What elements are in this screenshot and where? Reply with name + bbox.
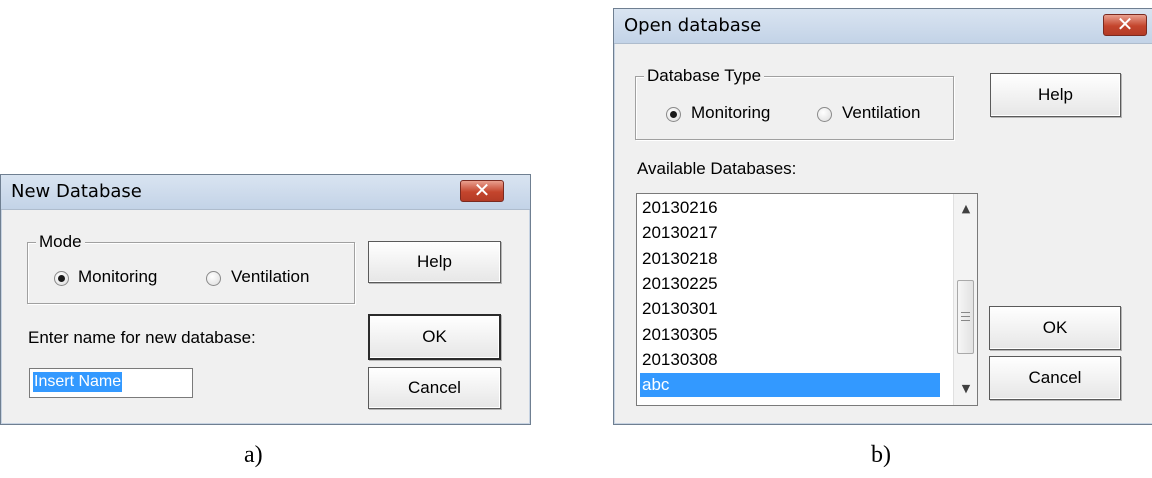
caption-a: a): [244, 442, 263, 468]
scrollbar-grip: [961, 316, 970, 317]
new-database-dialog: New Database ✕ Mode Monitoring Ventilati…: [0, 174, 531, 425]
ok-button-label: OK: [422, 327, 447, 346]
scroll-down-icon[interactable]: ▼: [954, 378, 977, 400]
close-button[interactable]: ✕: [1103, 12, 1147, 36]
caption-b: b): [871, 442, 891, 468]
cancel-button-label: Cancel: [408, 378, 461, 397]
scrollbar-thumb[interactable]: [957, 280, 974, 354]
close-icon: ✕: [1116, 12, 1134, 36]
ventilation-radio-label[interactable]: Ventilation: [842, 103, 920, 123]
ventilation-radio[interactable]: [206, 271, 221, 286]
monitoring-radio-label[interactable]: Monitoring: [691, 103, 770, 123]
scrollbar-grip: [961, 312, 970, 313]
ok-button[interactable]: OK: [989, 306, 1121, 350]
ok-button[interactable]: OK: [368, 314, 501, 360]
radio-selected-dot: [58, 275, 65, 282]
open-database-dialog: Open database ✕ Database Type Monitoring…: [613, 8, 1152, 425]
monitoring-radio[interactable]: [666, 107, 681, 122]
dialog-title: New Database: [11, 181, 142, 202]
database-list-item[interactable]: 20130301: [640, 297, 940, 321]
scroll-up-icon[interactable]: ▲: [954, 198, 977, 220]
cancel-button[interactable]: Cancel: [368, 367, 501, 409]
scrollbar-grip: [961, 320, 970, 321]
database-list-item[interactable]: 20130217: [640, 221, 940, 245]
help-button[interactable]: Help: [990, 73, 1121, 117]
help-button-label: Help: [1038, 85, 1073, 104]
ventilation-radio-label[interactable]: Ventilation: [231, 267, 309, 287]
database-list-item[interactable]: 20130305: [640, 323, 940, 347]
database-list-item[interactable]: 20130218: [640, 247, 940, 271]
help-button-label: Help: [417, 252, 452, 271]
new-database-titlebar[interactable]: New Database ✕: [1, 175, 530, 210]
ventilation-radio[interactable]: [817, 107, 832, 122]
open-database-titlebar[interactable]: Open database ✕: [614, 9, 1152, 44]
radio-selected-dot: [670, 111, 677, 118]
database-list-item[interactable]: 20130308: [640, 348, 940, 372]
close-button[interactable]: ✕: [460, 178, 504, 202]
database-name-input-value: Insert Name: [33, 372, 123, 392]
available-databases-label: Available Databases:: [637, 159, 797, 178]
monitoring-radio[interactable]: [54, 271, 69, 286]
database-list-item[interactable]: 20130225: [640, 272, 940, 296]
dialog-title: Open database: [624, 15, 762, 36]
mode-group-legend: Mode: [36, 232, 85, 252]
cancel-button-label: Cancel: [1028, 368, 1082, 387]
database-name-input[interactable]: Insert Name: [29, 368, 193, 398]
mode-group: Mode Monitoring Ventilation: [27, 232, 355, 304]
cancel-button[interactable]: Cancel: [989, 356, 1121, 400]
ok-button-label: OK: [1042, 318, 1068, 337]
database-name-label: Enter name for new database:: [28, 328, 256, 347]
database-type-legend: Database Type: [644, 66, 765, 86]
help-button[interactable]: Help: [368, 241, 501, 283]
monitoring-radio-label[interactable]: Monitoring: [78, 267, 157, 287]
database-list-item[interactable]: 20130216: [640, 196, 940, 220]
database-list-item[interactable]: abc: [640, 373, 940, 398]
database-type-group: Database Type Monitoring Ventilation: [635, 66, 954, 140]
close-icon: ✕: [473, 178, 491, 202]
database-list-scrollbar[interactable]: ▲ ▼: [953, 194, 977, 405]
database-list[interactable]: 20130216 20130217 20130218 20130225 20130301…: [636, 193, 978, 406]
